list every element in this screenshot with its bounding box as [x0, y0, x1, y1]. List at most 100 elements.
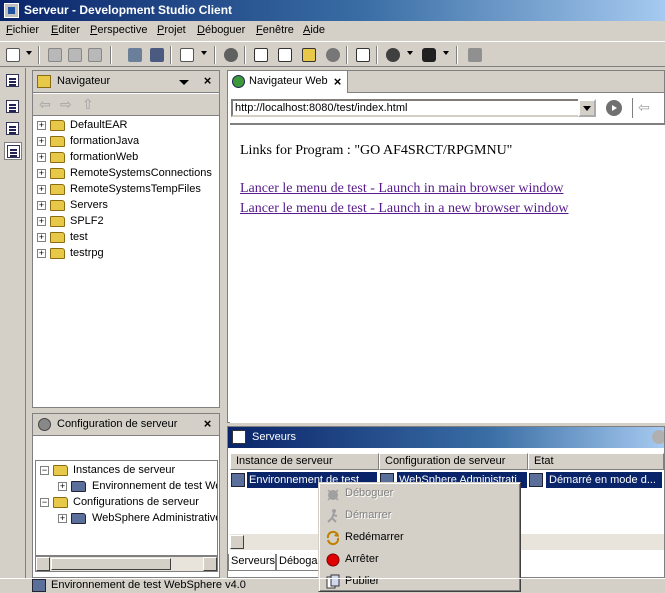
- gear-icon[interactable]: [652, 430, 664, 444]
- tree-item-defaultear[interactable]: + DefaultEAR: [33, 118, 221, 134]
- perspective-shortcut-bar: [0, 68, 26, 578]
- web-browser-panel: Navigateur Web × http://localhost:8080/t…: [227, 70, 665, 423]
- scroll-left-icon[interactable]: [230, 535, 244, 549]
- tree-item-remotesystemstempfiles[interactable]: + RemoteSystemsTempFiles: [33, 182, 221, 198]
- column-header-state[interactable]: Etat: [528, 453, 664, 470]
- bug-icon: [386, 48, 400, 62]
- column-header-config[interactable]: Configuration de serveur: [379, 453, 528, 470]
- new-server-button[interactable]: [252, 46, 270, 64]
- forward-arrow-icon[interactable]: ⇨: [60, 96, 72, 113]
- tab-web-browser[interactable]: Navigateur Web ×: [228, 71, 348, 93]
- tree-item-formationweb[interactable]: + formationWeb: [33, 150, 221, 166]
- tree-item-servers[interactable]: + Servers: [33, 198, 221, 214]
- tree-item-remotesystemsconnections[interactable]: + RemoteSystemsConnections: [33, 166, 221, 182]
- menu-item-stop[interactable]: Arrêter: [319, 549, 519, 571]
- expand-icon[interactable]: +: [37, 185, 46, 194]
- debug-toolbar-button[interactable]: [384, 46, 402, 64]
- project-folder-icon: [50, 120, 65, 131]
- navigator-title: Navigateur: [57, 75, 111, 87]
- horizontal-scrollbar[interactable]: [35, 556, 218, 572]
- url-dropdown-icon[interactable]: [578, 99, 596, 117]
- project-folder-icon: [50, 248, 65, 259]
- save-button[interactable]: [46, 46, 64, 64]
- tree-item-test[interactable]: + test: [33, 230, 221, 246]
- expand-icon[interactable]: +: [58, 482, 67, 491]
- debug-icon: [325, 486, 341, 502]
- expand-icon[interactable]: +: [37, 153, 46, 162]
- close-icon[interactable]: ×: [201, 417, 214, 430]
- menu-editer[interactable]: Editer: [51, 24, 80, 36]
- web-browser-button[interactable]: [222, 46, 240, 64]
- expand-icon[interactable]: +: [37, 137, 46, 146]
- expand-icon[interactable]: +: [37, 169, 46, 178]
- scroll-left-icon[interactable]: [36, 557, 50, 571]
- menu-aide[interactable]: Aide: [303, 24, 325, 36]
- url-input[interactable]: http://localhost:8080/test/index.html: [231, 99, 596, 117]
- menu-deboguer[interactable]: Déboguer: [197, 24, 245, 36]
- expand-icon[interactable]: +: [37, 233, 46, 242]
- open-type-dropdown-icon[interactable]: [201, 51, 207, 55]
- close-icon[interactable]: ×: [331, 75, 344, 88]
- perspective-shortcut-server[interactable]: [4, 142, 22, 160]
- collapse-icon[interactable]: −: [40, 466, 49, 475]
- back-arrow-icon[interactable]: ⇦: [638, 99, 650, 116]
- search-toolbar-button[interactable]: [466, 46, 484, 64]
- menu-fichier[interactable]: Fichier: [6, 24, 39, 36]
- link-new-browser-window[interactable]: Lancer le menu de test - Launch in a new…: [240, 201, 569, 217]
- tree-item-testrpg[interactable]: + testrpg: [33, 246, 221, 262]
- expand-icon[interactable]: +: [37, 217, 46, 226]
- up-arrow-icon[interactable]: ⇧: [82, 96, 94, 113]
- servers-header: Serveurs: [228, 427, 664, 448]
- new-dropdown-icon[interactable]: [26, 51, 32, 55]
- menu-perspective[interactable]: Perspective: [90, 24, 147, 36]
- expand-icon[interactable]: +: [58, 514, 67, 523]
- menu-item-start[interactable]: Démarrer: [319, 505, 519, 527]
- scrollbar-thumb[interactable]: [51, 558, 171, 570]
- new-config-button[interactable]: [276, 46, 294, 64]
- build-button[interactable]: [324, 46, 342, 64]
- perspective-shortcut-2[interactable]: [4, 120, 22, 138]
- tree-item-server-configurations[interactable]: − Configurations de serveur: [36, 495, 217, 511]
- run-dropdown-icon[interactable]: [443, 51, 449, 55]
- tree-item-test-environment[interactable]: +Environnement de test WebSphere v4.0: [36, 479, 217, 495]
- menu-item-debug[interactable]: Déboguer: [319, 483, 519, 505]
- toolbar-separator: [346, 46, 348, 64]
- expand-icon[interactable]: +: [37, 201, 46, 210]
- column-header-instance[interactable]: Instance de serveur: [230, 453, 379, 470]
- debug-dropdown-icon[interactable]: [407, 51, 413, 55]
- open-perspective-shortcut[interactable]: [4, 72, 22, 90]
- new-wizard-button[interactable]: [4, 46, 22, 64]
- expand-icon[interactable]: +: [37, 249, 46, 258]
- save-all-button[interactable]: [66, 46, 84, 64]
- run-toolbar-button[interactable]: [420, 46, 438, 64]
- menu-projet[interactable]: Projet: [157, 24, 186, 36]
- project-folder-icon: [50, 168, 65, 179]
- status-bar: Environnement de test WebSphere v4.0: [0, 578, 665, 592]
- print-button[interactable]: [86, 46, 104, 64]
- tree-item-websphere-admin-domain[interactable]: +WebSphere Administrative Domain: [36, 511, 217, 527]
- expand-icon[interactable]: +: [37, 121, 46, 130]
- back-arrow-icon[interactable]: ⇦: [39, 96, 51, 113]
- close-icon[interactable]: ×: [201, 74, 214, 87]
- connect-button[interactable]: [126, 46, 144, 64]
- view-menu-icon[interactable]: [179, 80, 189, 85]
- open-perspective-button[interactable]: [354, 46, 372, 64]
- class-icon: [180, 48, 194, 62]
- new-project-button[interactable]: [300, 46, 318, 64]
- open-type-button[interactable]: [178, 46, 196, 64]
- gear-icon: [326, 48, 340, 62]
- menu-fenetre[interactable]: Fenêtre: [256, 24, 294, 36]
- scroll-right-icon[interactable]: [203, 557, 217, 571]
- menu-item-restart[interactable]: Redémarrer: [319, 527, 519, 549]
- link-main-browser-window[interactable]: Lancer le menu de test - Launch in main …: [240, 181, 563, 197]
- collapse-icon[interactable]: −: [40, 498, 49, 507]
- perspective-shortcut-1[interactable]: [4, 98, 22, 116]
- print-icon: [88, 48, 102, 62]
- tree-item-formationjava[interactable]: + formationJava: [33, 134, 221, 150]
- run-icon: [325, 508, 341, 524]
- tab-debug[interactable]: Débogage: [276, 554, 320, 571]
- tab-servers[interactable]: Serveurs: [228, 554, 276, 571]
- disconnect-button[interactable]: [148, 46, 166, 64]
- tree-item-server-instances[interactable]: − Instances de serveur: [36, 463, 217, 479]
- tree-item-splf2[interactable]: + SPLF2: [33, 214, 221, 230]
